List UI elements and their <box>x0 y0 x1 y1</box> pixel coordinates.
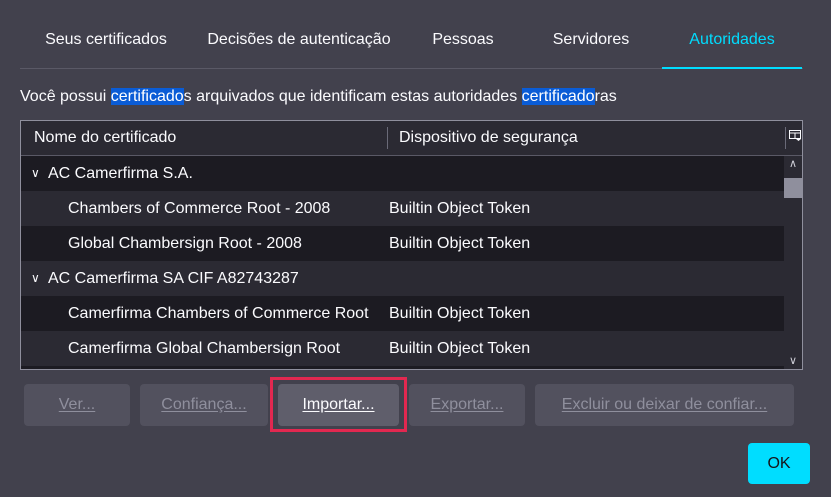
tab-servidores[interactable]: Servidores <box>520 0 662 68</box>
security-device: Builtin Object Token <box>389 200 531 217</box>
column-picker-icon[interactable] <box>787 121 802 155</box>
group-name: AC Camerfirma SA CIF A82743287 <box>48 270 299 287</box>
table-row[interactable]: Chambers of Commerce Root - 2008 Builtin… <box>21 191 784 226</box>
import-highlight-box <box>270 377 407 432</box>
table-row[interactable]: Camerfirma Chambers of Commerce Root Bui… <box>21 296 784 331</box>
table-row[interactable]: Camerfirma Global Chambersign Root Built… <box>21 331 784 366</box>
tab-decisoes-autenticacao[interactable]: Decisões de autenticação <box>192 0 406 68</box>
export-button[interactable]: Exportar... <box>409 384 525 426</box>
description-part: ras <box>594 88 617 105</box>
tab-autoridades[interactable]: Autoridades <box>662 0 802 69</box>
column-divider[interactable] <box>387 127 388 149</box>
security-device: Builtin Object Token <box>389 340 531 357</box>
certificate-name: Global Chambersign Root - 2008 <box>68 235 302 252</box>
certificate-name: Camerfirma Global Chambersign Root <box>68 340 341 357</box>
column-header-device[interactable]: Dispositivo de segurança <box>399 121 578 155</box>
vertical-scrollbar[interactable]: ∧ ∨ <box>784 156 802 369</box>
delete-or-distrust-button[interactable]: Excluir ou deixar de confiar... <box>535 384 794 426</box>
column-divider <box>785 127 786 149</box>
table-header: Nome do certificado Dispositivo de segur… <box>21 121 802 156</box>
description-part: s arquivados que identificam estas autor… <box>183 88 522 105</box>
search-highlight: certificado <box>110 88 184 105</box>
search-highlight: certificado <box>521 88 595 105</box>
tree-group-row[interactable]: ∨ AC Camerfirma S.A. <box>21 156 784 191</box>
scroll-up-icon[interactable]: ∧ <box>784 156 802 172</box>
security-device: Builtin Object Token <box>389 235 531 252</box>
tree-group-row[interactable]: ∨ AC Camerfirma SA CIF A82743287 <box>21 261 784 296</box>
tab-seus-certificados[interactable]: Seus certificados <box>20 0 192 68</box>
table-row[interactable]: Global Chambersign Root - 2008 Builtin O… <box>21 226 784 261</box>
certificate-name: Chambers of Commerce Root - 2008 <box>68 200 331 217</box>
tab-bar: Seus certificados Decisões de autenticaç… <box>20 0 803 69</box>
security-device: Builtin Object Token <box>389 305 531 322</box>
trust-button[interactable]: Confiança... <box>140 384 268 426</box>
description-part: Você possui <box>20 88 111 105</box>
table-body: ∨ AC Camerfirma S.A. Chambers of Commerc… <box>21 156 784 369</box>
scroll-down-icon[interactable]: ∨ <box>784 353 802 369</box>
column-picker-icon-glyph <box>788 130 801 141</box>
certificate-name: Camerfirma Chambers of Commerce Root <box>68 305 369 322</box>
ok-button[interactable]: OK <box>748 443 810 484</box>
scrollbar-thumb[interactable] <box>784 178 802 198</box>
chevron-down-icon[interactable]: ∨ <box>31 261 40 296</box>
certificate-tree[interactable]: Nome do certificado Dispositivo de segur… <box>20 120 803 370</box>
tab-pessoas[interactable]: Pessoas <box>406 0 520 68</box>
chevron-down-icon[interactable]: ∨ <box>31 156 40 191</box>
view-button[interactable]: Ver... <box>24 384 130 426</box>
column-header-name[interactable]: Nome do certificado <box>34 121 176 155</box>
group-name: AC Camerfirma S.A. <box>48 165 193 182</box>
description-text: Você possui certificados arquivados que … <box>20 85 617 109</box>
